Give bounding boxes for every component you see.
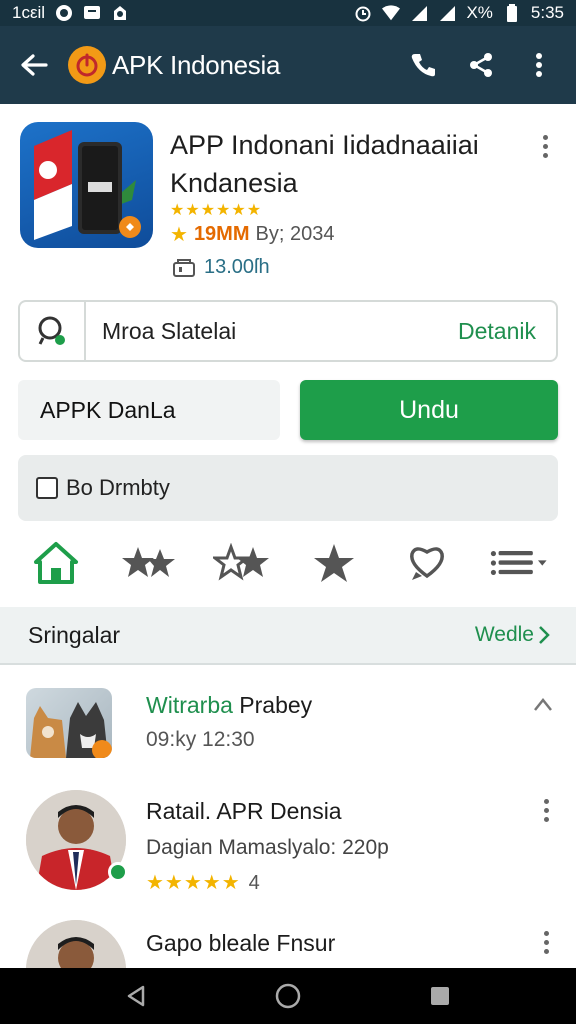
back-triangle-icon[interactable]: [116, 976, 156, 1016]
app-meta: ★ 19MM By; 2034: [170, 222, 334, 247]
avatar: [26, 688, 112, 758]
download-label: APPK DanLa: [18, 380, 280, 440]
rating-stars: ★★★★★: [146, 872, 241, 894]
wifi-icon: [382, 4, 401, 22]
detail-text: Mroa Slatelai: [102, 317, 237, 344]
app-rating: 19MM: [193, 223, 250, 245]
storage-icon: [173, 258, 195, 277]
list-item-title-rest: Prabey: [232, 692, 313, 718]
more-vert-icon[interactable]: [533, 126, 557, 166]
battery-percent: X%: [466, 3, 493, 22]
clock: 5:35: [530, 3, 564, 22]
phone-icon[interactable]: [400, 42, 446, 88]
home-circle-icon[interactable]: [268, 976, 308, 1016]
checkbox[interactable]: [36, 477, 58, 499]
more-vert-icon[interactable]: [534, 790, 558, 830]
section-more-label: Wedle: [474, 623, 534, 646]
chevron-right-icon: [539, 626, 550, 644]
app-stars: ★★★★★★: [170, 202, 263, 219]
stars-outline-icon[interactable]: [212, 535, 272, 591]
list-item[interactable]: Ratail. APR Densia Dagian Mamaslyalo: 22…: [0, 788, 576, 908]
app-size: 13.00ſh: [172, 256, 270, 279]
star-icon: ★: [170, 224, 188, 246]
verified-badge-icon: [108, 862, 128, 882]
list-item-subtitle: Dagian Mamaslyalo: 220p: [146, 836, 389, 859]
avatar: [26, 920, 126, 968]
notification-icon: [111, 4, 129, 22]
list-item[interactable]: Witrarba Prabey 09:ky 12:30: [0, 680, 576, 780]
home-icon[interactable]: [26, 535, 86, 591]
checkbox-label: Bo Drmbty: [66, 475, 170, 500]
star-icon[interactable]: [304, 535, 364, 591]
app-logo-icon: [68, 46, 106, 84]
list-menu-icon[interactable]: [490, 535, 550, 591]
app-icon[interactable]: [20, 122, 153, 248]
heart-chat-icon[interactable]: [397, 535, 457, 591]
detail-field[interactable]: Mroa Slatelai Detanik: [18, 300, 558, 362]
battery-icon: [503, 4, 521, 22]
list-item-title: Gapo bleale Fnsur: [146, 930, 336, 956]
chevron-up-icon[interactable]: [532, 694, 554, 719]
list-item-title-accent: Witrarba: [146, 692, 233, 718]
search-chat-icon: [20, 302, 86, 360]
app-header-card: APP Indonani Iidadnaaiiai Kndanesia ★★★★…: [0, 104, 576, 294]
checkbox-row[interactable]: Bo Drmbty: [18, 455, 558, 521]
app-title: APP Indonani Iidadnaaiiai Kndanesia: [170, 130, 479, 198]
app-size-value: 13.00ſh: [204, 256, 270, 278]
whatsapp-icon: [55, 4, 73, 22]
list-item-title: Witrarba Prabey: [146, 692, 312, 719]
status-right: X% 5:35: [354, 3, 564, 23]
icon-nav-row: [0, 530, 576, 596]
section-title: Sringalar: [28, 621, 121, 648]
app-by: By; 2034: [255, 223, 335, 245]
rating-value: 4: [248, 872, 260, 894]
app-bar-title: APK Indonesia: [112, 49, 281, 80]
more-vert-icon[interactable]: [516, 42, 562, 88]
share-icon[interactable]: [458, 42, 504, 88]
carrier-text: 1cεil: [12, 3, 46, 22]
detail-link[interactable]: Detanik: [458, 318, 556, 345]
app-bar: APK Indonesia: [0, 26, 576, 104]
back-arrow-icon[interactable]: [14, 45, 54, 85]
system-nav-bar: [0, 968, 576, 1024]
stars-icon[interactable]: [119, 535, 179, 591]
list-item-subtitle: 09:ky 12:30: [146, 728, 255, 751]
list-item-title: Ratail. APR Densia: [146, 798, 342, 824]
recents-square-icon[interactable]: [420, 976, 460, 1016]
signal-icon: [410, 4, 428, 22]
download-button[interactable]: Undu: [300, 380, 558, 440]
section-more-link[interactable]: Wedle: [475, 623, 550, 647]
signal-icon: [438, 4, 456, 22]
messages-icon: [83, 4, 101, 22]
section-header: Sringalar Wedle: [0, 607, 576, 665]
status-bar: 1cεil X% 5:35: [0, 0, 576, 26]
status-left: 1cεil: [12, 3, 129, 23]
alarm-icon: [354, 4, 372, 22]
list-item-rating: ★★★★★ 4: [146, 870, 260, 895]
list-item[interactable]: Gapo bleale Fnsur: [0, 916, 576, 968]
more-vert-icon[interactable]: [534, 922, 558, 962]
